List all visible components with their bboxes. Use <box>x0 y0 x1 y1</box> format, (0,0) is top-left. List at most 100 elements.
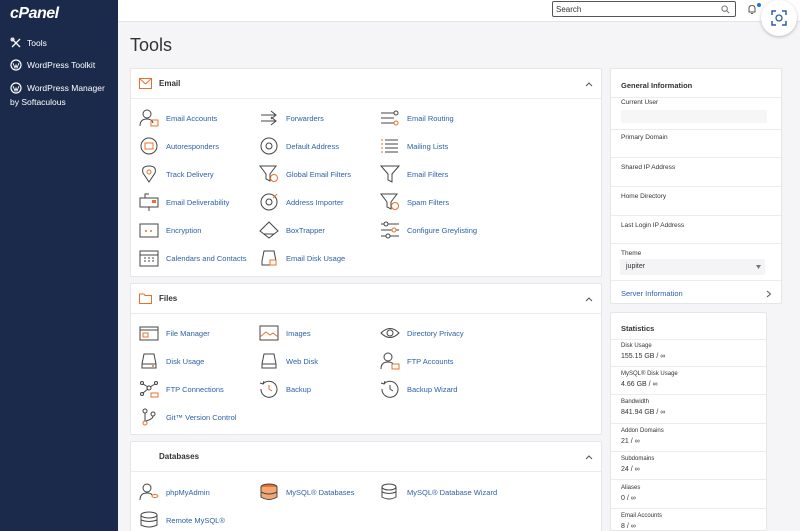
tool-label: Track Delivery <box>166 169 214 179</box>
tool-email-routing[interactable]: Email Routing <box>380 109 454 127</box>
tool-ftp-accounts[interactable]: FTP Accounts <box>380 352 454 370</box>
tool-label: Email Accounts <box>166 113 218 123</box>
search-box <box>552 1 736 17</box>
home-directory-label: Home Directory <box>621 193 667 200</box>
tool-address-importer[interactable]: Address Importer <box>259 193 344 211</box>
forward-arrow-icon <box>261 110 277 126</box>
tool-backup[interactable]: Backup <box>259 380 311 398</box>
image-icon <box>259 325 279 341</box>
at-sign-icon <box>260 137 278 155</box>
email-section: Email Email Accounts Forwarders Email Ro… <box>130 68 602 277</box>
tool-mailing-lists[interactable]: Mailing Lists <box>380 137 448 155</box>
server-information-link[interactable]: Server Information <box>621 289 683 298</box>
tool-label: BoxTrapper <box>286 225 325 235</box>
files-section: Files File Manager Images Directory Priv… <box>130 283 602 435</box>
tool-calendars-and-contacts[interactable]: Calendars and Contacts <box>139 249 246 267</box>
tool-label: Images <box>286 328 311 338</box>
tool-email-accounts[interactable]: Email Accounts <box>139 109 217 127</box>
tool-ftp-connections[interactable]: FTP Connections <box>139 380 224 398</box>
tool-disk-usage[interactable]: Disk Usage <box>139 352 204 370</box>
tool-email-disk-usage[interactable]: Email Disk Usage <box>259 249 345 267</box>
theme-value: jupiter <box>626 263 646 270</box>
location-pin-icon <box>142 165 156 183</box>
tool-mysql-databases[interactable]: MySQL® Databases <box>259 483 354 501</box>
divider <box>611 394 766 395</box>
divider <box>611 186 783 187</box>
tool-backup-wizard[interactable]: Backup Wizard <box>380 380 457 398</box>
tool-spam-filters[interactable]: Spam Filters <box>380 193 449 211</box>
tool-track-delivery[interactable]: Track Delivery <box>139 165 214 183</box>
tool-directory-privacy[interactable]: Directory Privacy <box>380 324 464 342</box>
tool-label: FTP Connections <box>166 384 224 394</box>
tool-email-deliverability[interactable]: Email Deliverability <box>139 193 229 211</box>
chevron-up-icon[interactable] <box>585 295 593 303</box>
tool-global-email-filters[interactable]: Global Email Filters <box>259 165 351 183</box>
tool-label: Email Filters <box>407 169 449 179</box>
email-section-header[interactable]: Email <box>131 69 601 99</box>
tool-boxtrapper[interactable]: BoxTrapper <box>259 221 325 239</box>
backup-clock-icon <box>259 380 278 398</box>
section-title: Files <box>159 294 178 303</box>
backup-wizard-icon <box>380 380 399 398</box>
search-input[interactable] <box>553 4 721 14</box>
wordpress-icon <box>10 82 22 94</box>
sidebar-item-label: WordPress Manager <box>27 83 105 93</box>
tool-autoresponders[interactable]: Autoresponders <box>139 137 219 155</box>
tool-web-disk[interactable]: Web Disk <box>259 352 318 370</box>
stat-value: 24 / ∞ <box>621 466 640 473</box>
tool-label: Email Disk Usage <box>286 253 346 263</box>
tool-label: Git™ Version Control <box>166 412 237 422</box>
divider <box>611 280 783 281</box>
sidebar-item-tools[interactable]: Tools <box>10 37 47 49</box>
section-title: Email <box>159 79 181 88</box>
tool-phpmyadmin[interactable]: phpMyAdmin <box>139 483 210 501</box>
tool-mysql-database-wizard[interactable]: MySQL® Database Wizard <box>380 483 497 501</box>
tool-label: Encryption <box>166 225 202 235</box>
hard-disk-icon <box>141 353 157 369</box>
tool-remote-mysql[interactable]: Remote MySQL® <box>139 511 225 529</box>
cpanel-logo[interactable]: cPanel <box>10 5 59 23</box>
funnel-icon <box>380 165 400 183</box>
autoresponder-icon <box>140 137 158 155</box>
tool-default-address[interactable]: Default Address <box>259 137 339 155</box>
databases-section: Databases phpMyAdmin MySQL® Databases My… <box>130 441 602 531</box>
databases-section-header[interactable]: Databases <box>131 442 601 472</box>
tool-git-version-control[interactable]: Git™ Version Control <box>139 408 236 426</box>
database-icon <box>260 483 278 500</box>
tool-forwarders[interactable]: Forwarders <box>259 109 324 127</box>
tool-label: File Manager <box>166 328 210 338</box>
tool-label: Backup Wizard <box>407 384 458 394</box>
stat-label: Addon Domains <box>621 428 664 434</box>
routing-icon <box>381 110 399 126</box>
chevron-up-icon[interactable] <box>585 453 593 461</box>
theme-select[interactable]: jupiter <box>620 259 765 275</box>
stat-value: 841.94 GB / ∞ <box>621 409 666 416</box>
search-icon[interactable] <box>721 4 730 14</box>
general-information-title: General Information <box>621 81 693 90</box>
stat-label: Subdomains <box>621 456 655 462</box>
stat-label: MySQL® Disk Usage <box>621 371 678 377</box>
tool-images[interactable]: Images <box>259 324 311 342</box>
web-disk-icon <box>261 353 277 369</box>
sidebar-item-wordpress-manager[interactable]: WordPress Manager <box>10 82 105 94</box>
chevron-up-icon[interactable] <box>585 80 593 88</box>
statistics-title: Statistics <box>621 324 655 333</box>
tool-configure-greylisting[interactable]: Configure Greylisting <box>380 221 477 239</box>
sliders-icon <box>381 221 399 239</box>
sidebar-item-wordpress-toolkit[interactable]: WordPress Toolkit <box>10 59 95 71</box>
tool-label: MySQL® Databases <box>286 487 355 497</box>
tool-file-manager[interactable]: File Manager <box>139 324 210 342</box>
tool-email-filters[interactable]: Email Filters <box>380 165 448 183</box>
remote-database-icon <box>140 511 158 528</box>
calendar-icon <box>139 250 159 267</box>
files-section-header[interactable]: Files <box>131 284 601 314</box>
statistics-panel: Statistics Disk Usage 155.15 GB / ∞ MySQ… <box>610 312 767 531</box>
stat-value: 0 / ∞ <box>621 495 636 502</box>
scan-button[interactable] <box>761 0 797 36</box>
stat-label: Disk Usage <box>621 343 652 349</box>
divider <box>611 451 766 452</box>
tool-encryption[interactable]: Encryption <box>139 221 201 239</box>
chevron-right-icon[interactable] <box>766 290 772 298</box>
tool-label: Spam Filters <box>407 197 450 207</box>
folder-icon <box>139 293 152 304</box>
